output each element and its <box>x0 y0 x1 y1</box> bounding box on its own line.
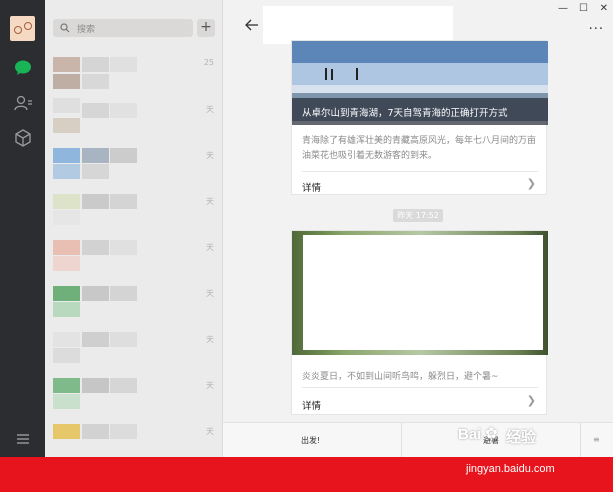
watermark-url: jingyan.baidu.com <box>466 463 555 475</box>
conversation-list: 搜索 + 25 天 天 天 天 天 天 天 天 <box>45 0 267 457</box>
list-item-time: 天 <box>206 243 214 252</box>
close-button[interactable]: ✕ <box>600 3 608 14</box>
list-item[interactable]: 天 <box>45 328 222 374</box>
list-item[interactable]: 天 <box>45 190 222 236</box>
list-item-time: 天 <box>206 197 214 206</box>
article-description: 炎炎夏日，不如到山间听鸟鸣，躲烈日，避个暑~ <box>302 372 499 382</box>
list-item-time: 25 <box>203 58 214 67</box>
menu-icon[interactable] <box>12 428 34 450</box>
chevron-right-icon: ❯ <box>526 394 536 407</box>
list-item[interactable]: 天 <box>45 144 222 190</box>
list-item[interactable]: 25 <box>45 52 222 98</box>
cube-icon[interactable] <box>12 127 34 149</box>
article-description: 青海除了有雄浑壮美的青藏高原风光，每年七八月间的万亩油菜花也吸引着无数游客的到来… <box>302 136 537 161</box>
list-item[interactable]: 天 <box>45 282 222 328</box>
contacts-icon[interactable] <box>12 92 34 114</box>
chat-icon[interactable] <box>12 57 34 79</box>
title-redaction <box>263 6 453 40</box>
message-timestamp: 昨天 17:52 <box>393 209 443 222</box>
keyboard-toggle-icon[interactable]: ≡ <box>593 435 600 444</box>
list-item-time: 天 <box>206 151 214 160</box>
chat-panel: — ☐ ✕ ··· 从卓尔山到青海湖，7天自驾青海的正确打开方式 青海除了有雄浑… <box>222 0 613 458</box>
search-icon <box>60 23 70 33</box>
minimize-button[interactable]: — <box>558 3 568 14</box>
detail-link[interactable]: 详情 <box>302 180 321 194</box>
menu-tab-depart[interactable]: 出发! <box>301 435 320 446</box>
paw-icon: ✿ <box>485 424 498 442</box>
divider <box>302 387 538 388</box>
add-button[interactable]: + <box>197 19 215 37</box>
list-item[interactable]: 天 <box>45 98 222 144</box>
maximize-button[interactable]: ☐ <box>579 3 588 14</box>
list-item-time: 天 <box>206 289 214 298</box>
list-item-time: 天 <box>206 427 214 436</box>
watermark-banner: jingyan.baidu.com <box>0 457 613 492</box>
search-placeholder: 搜索 <box>77 25 96 35</box>
wechat-window: 搜索 + 25 天 天 天 天 天 天 天 天 — ☐ ✕ ··· 从卓尔山到青… <box>0 0 613 492</box>
divider <box>401 423 402 458</box>
back-arrow-icon[interactable] <box>245 18 259 32</box>
article-card[interactable]: 从卓尔山到青海湖，7天自驾青海的正确打开方式 青海除了有雄浑壮美的青藏高原风光，… <box>291 40 548 195</box>
chevron-right-icon: ❯ <box>526 177 536 190</box>
list-item-time: 天 <box>206 105 214 114</box>
avatar[interactable] <box>10 16 35 41</box>
watermark-logo: Bai <box>458 426 482 443</box>
article-image <box>292 231 548 355</box>
more-icon[interactable]: ··· <box>589 22 604 37</box>
list-item[interactable]: 天 <box>45 374 222 420</box>
divider <box>580 423 581 458</box>
list-item[interactable]: 天 <box>45 236 222 282</box>
watermark-site-name: 经验 <box>506 428 537 446</box>
list-item-time: 天 <box>206 335 214 344</box>
bottom-menu: 出发! 避暑 ≡ <box>223 422 613 458</box>
list-item-time: 天 <box>206 381 214 390</box>
article-card[interactable]: 炎炎夏日，不如到山间听鸟鸣，躲烈日，避个暑~ 详情 ❯ <box>291 230 548 415</box>
detail-link[interactable]: 详情 <box>302 398 321 412</box>
article-title: 从卓尔山到青海湖，7天自驾青海的正确打开方式 <box>302 108 508 119</box>
nav-sidebar <box>0 0 45 457</box>
image-redaction <box>303 235 543 350</box>
search-input[interactable]: 搜索 <box>53 19 193 37</box>
divider <box>302 171 538 172</box>
